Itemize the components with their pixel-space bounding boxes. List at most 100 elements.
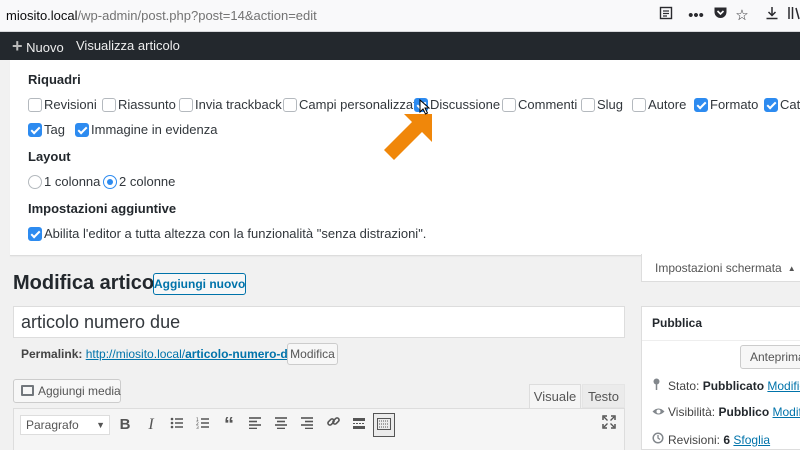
bookmark-star-icon[interactable]: ☆ — [732, 6, 752, 26]
checkbox[interactable] — [28, 98, 42, 112]
status-row: Stato: Pubblicato Modifica — [652, 378, 800, 393]
checkbox[interactable] — [28, 123, 42, 137]
permalink-edit-button[interactable]: Modifica — [287, 343, 338, 365]
radio-button[interactable] — [28, 175, 42, 189]
visibility-row: Visibilità: Pubblico Modifica — [652, 405, 800, 419]
reader-view-icon[interactable] — [656, 6, 676, 26]
tab-visual[interactable]: Visuale — [529, 384, 581, 408]
pocket-icon[interactable] — [710, 6, 730, 26]
status-label: Stato: — [668, 379, 700, 393]
browser-toolbar: miosito.local/wp-admin/post.php?post=14&… — [0, 0, 800, 32]
checkbox[interactable] — [28, 227, 42, 241]
add-new-button[interactable]: Aggiungi nuovo — [153, 273, 246, 295]
publish-box-title: Pubblica — [652, 316, 703, 330]
visibility-edit-link[interactable]: Modifica — [773, 405, 800, 419]
option-label: Commenti — [518, 97, 578, 112]
caret-up-icon: ▲ — [787, 264, 796, 273]
screen-options-tab[interactable]: Impostazioni schermata ▲ — [641, 254, 800, 282]
pin-icon — [652, 378, 668, 393]
radio-button[interactable] — [103, 175, 117, 189]
align-center-icon[interactable] — [270, 413, 292, 437]
boxes-heading: Riquadri — [28, 72, 81, 87]
checkbox[interactable] — [283, 98, 297, 112]
divider — [642, 340, 800, 341]
url-path: /wp-admin/post.php?post=14&action=edit — [77, 8, 317, 23]
option-label: Revisioni — [44, 97, 97, 112]
checkbox[interactable] — [632, 98, 646, 112]
svg-text:3: 3 — [196, 425, 199, 429]
visibility-label: Visibilità: — [668, 405, 716, 419]
option-label: Slug — [597, 97, 624, 112]
plus-icon: + — [12, 36, 23, 56]
option-label: Riassunto — [118, 97, 176, 112]
checkbox[interactable] — [764, 98, 778, 112]
permalink-row: Permalink: http://miosito.local/articolo… — [21, 346, 305, 362]
history-icon — [652, 432, 668, 447]
tab-text[interactable]: Testo — [582, 384, 625, 408]
eye-icon — [652, 405, 668, 419]
bold-icon[interactable]: B — [114, 413, 136, 437]
link-icon[interactable] — [322, 413, 344, 437]
permalink-base: http://miosito.local/ — [85, 347, 186, 361]
permalink-slug: articolo-numero-due — [185, 347, 302, 361]
option-label: Formato — [710, 97, 759, 112]
option-label: 1 colonna — [44, 174, 101, 189]
revisions-count: 6 — [723, 433, 731, 447]
fullscreen-icon[interactable] — [598, 413, 620, 437]
wp-admin-bar: + Nuovo Visualizza articolo — [0, 32, 800, 60]
align-right-icon[interactable] — [296, 413, 318, 437]
media-icon — [21, 385, 34, 396]
checkbox[interactable] — [179, 98, 193, 112]
bullet-list-icon[interactable] — [166, 413, 188, 437]
permalink-label: Permalink: — [21, 347, 83, 361]
checkbox[interactable] — [581, 98, 595, 112]
permalink-link[interactable]: http://miosito.local/articolo-numero-due… — [86, 347, 305, 361]
revisions-row: Revisioni: 6 Sfoglia — [652, 432, 770, 447]
numbered-list-icon[interactable]: 123 — [192, 413, 214, 437]
view-post-link[interactable]: Visualizza articolo — [76, 32, 180, 60]
chevron-down-icon: ▼ — [96, 420, 105, 430]
blockquote-icon[interactable]: “ — [218, 413, 240, 437]
url-domain: miosito.local — [6, 8, 78, 23]
downloads-icon[interactable] — [762, 6, 782, 26]
status-value: Pubblicato — [702, 379, 765, 393]
screen-options-tab-label: Impostazioni schermata — [655, 261, 782, 275]
checkbox[interactable] — [694, 98, 708, 112]
add-media-button[interactable]: Aggiungi media — [13, 379, 121, 403]
option-label: 2 colonne — [119, 174, 176, 189]
more-icon[interactable]: ••• — [686, 6, 706, 26]
checkbox[interactable] — [102, 98, 116, 112]
preview-button[interactable]: Anteprima — [740, 345, 800, 369]
annotation-arrow-icon — [384, 114, 432, 160]
italic-icon[interactable]: I — [140, 413, 162, 437]
toolbar-toggle-icon[interactable] — [373, 413, 395, 437]
option-label: Discussione — [430, 97, 501, 112]
read-more-icon[interactable] — [348, 413, 370, 437]
new-label: Nuovo — [26, 40, 64, 55]
option-label: Categorie — [780, 97, 800, 112]
checkbox[interactable] — [502, 98, 516, 112]
option-label: Abilita l'editor a tutta altezza con la … — [44, 226, 427, 241]
library-icon[interactable] — [784, 6, 800, 26]
visibility-value: Pubblico — [718, 405, 770, 419]
layout-heading: Layout — [28, 149, 71, 164]
new-content-menu[interactable]: + Nuovo — [12, 32, 64, 60]
editor-toolbar: Paragrafo ▼ B I 123 “ — [13, 408, 625, 450]
post-title-input[interactable]: articolo numero due — [13, 306, 625, 338]
status-edit-link[interactable]: Modifica — [767, 379, 800, 393]
publish-box: Pubblica Anteprima Stato: Pubblicato Mod… — [641, 306, 800, 450]
option-label: Immagine in evidenza — [91, 122, 218, 137]
format-select[interactable]: Paragrafo ▼ — [20, 415, 110, 435]
extra-settings-heading: Impostazioni aggiuntive — [28, 201, 177, 216]
page-title: Modifica articolo — [13, 272, 172, 294]
revisions-label: Revisioni: — [668, 433, 721, 447]
checkbox[interactable] — [75, 123, 89, 137]
revisions-browse-link[interactable]: Sfoglia — [733, 433, 770, 447]
option-label: Invia trackback — [195, 97, 282, 112]
address-bar[interactable]: miosito.local/wp-admin/post.php?post=14&… — [6, 4, 754, 28]
option-label: Tag — [44, 122, 65, 137]
mouse-cursor-icon — [419, 99, 431, 115]
format-select-value: Paragrafo — [26, 418, 79, 432]
option-label: Autore — [648, 97, 687, 112]
align-left-icon[interactable] — [244, 413, 266, 437]
